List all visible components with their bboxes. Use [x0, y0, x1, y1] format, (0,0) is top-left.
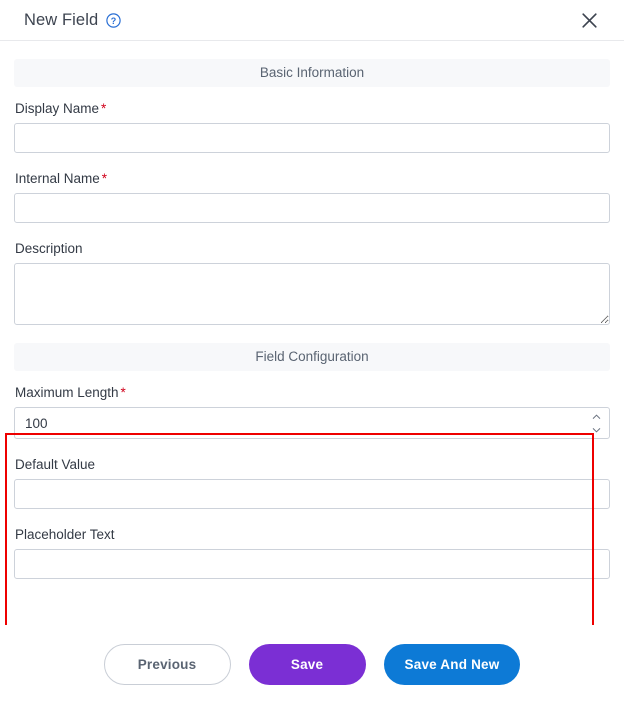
field-placeholder-text: Placeholder Text [0, 527, 624, 579]
save-button[interactable]: Save [248, 643, 366, 685]
new-field-dialog: New Field ? Basic Information Display Na… [0, 0, 624, 703]
save-and-new-button[interactable]: Save And New [383, 643, 521, 685]
dialog-footer: Previous Save Save And New [0, 625, 624, 703]
previous-button[interactable]: Previous [103, 643, 231, 685]
chevron-down-icon[interactable] [592, 427, 601, 433]
placeholder-text-label: Placeholder Text [15, 527, 115, 542]
dialog-header: New Field ? [0, 0, 624, 41]
svg-text:?: ? [111, 16, 117, 26]
required-marker: * [120, 385, 126, 400]
field-display-name: Display Name * [0, 101, 624, 153]
description-textarea[interactable] [14, 263, 610, 325]
display-name-label: Display Name * [15, 101, 610, 117]
maximum-length-spinner[interactable] [590, 407, 603, 439]
display-name-label-text: Display Name [15, 101, 100, 116]
internal-name-input[interactable] [14, 193, 610, 223]
default-value-label: Default Value [15, 457, 96, 472]
field-default-value: Default Value [0, 457, 624, 509]
internal-name-label-text: Internal Name [15, 171, 100, 186]
placeholder-text-input[interactable] [14, 549, 610, 579]
maximum-length-input[interactable] [14, 407, 610, 439]
section-header-basic-information: Basic Information [14, 59, 610, 87]
help-circle-icon[interactable]: ? [106, 12, 121, 28]
required-marker: * [101, 101, 107, 116]
maximum-length-label: Maximum Length * [15, 385, 610, 401]
default-value-input[interactable] [14, 479, 610, 509]
required-marker: * [101, 171, 108, 186]
field-description: Description [0, 241, 624, 325]
page-title: New Field [24, 10, 99, 29]
close-icon[interactable] [576, 7, 602, 33]
field-maximum-length: Maximum Length * [0, 385, 624, 439]
internal-name-label: Internal Name * [15, 171, 610, 187]
display-name-input[interactable] [14, 123, 610, 153]
field-internal-name: Internal Name * [0, 171, 624, 223]
section-header-field-configuration: Field Configuration [14, 343, 610, 371]
maximum-length-number-wrap [14, 407, 610, 439]
maximum-length-label-text: Maximum Length [15, 385, 119, 400]
chevron-up-icon[interactable] [592, 414, 601, 420]
description-label: Description [15, 241, 83, 256]
dialog-body: Basic Information Display Name * Internal… [0, 41, 624, 625]
